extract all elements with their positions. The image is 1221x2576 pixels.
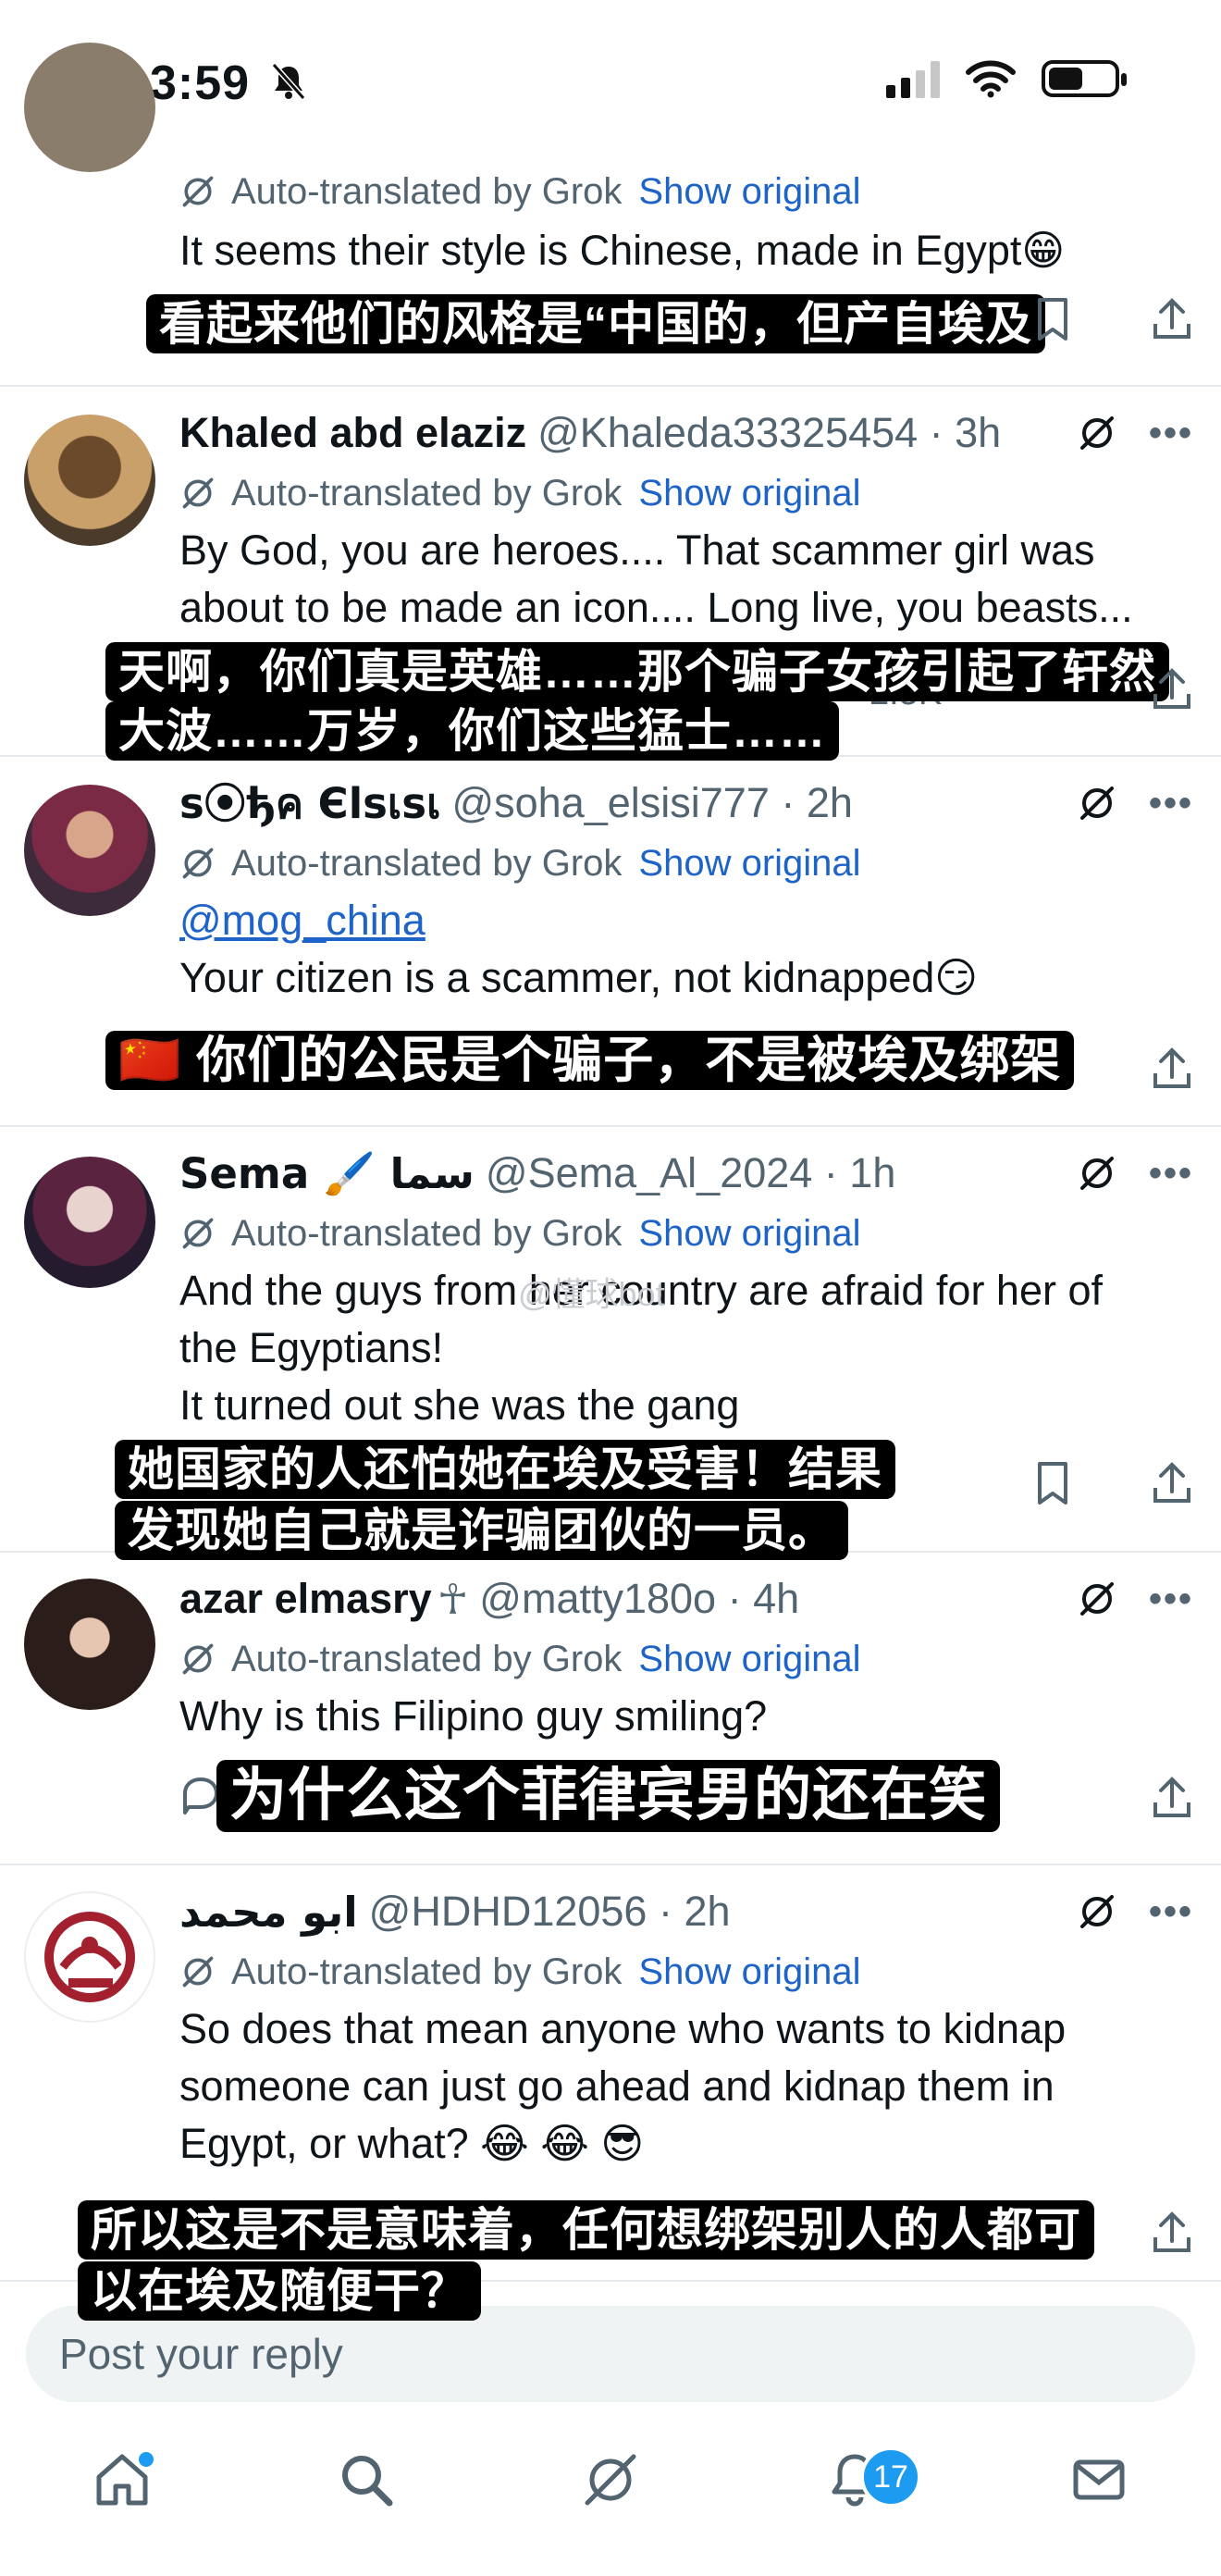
tweet-text: about to be made an icon.... Long live, … xyxy=(179,584,1133,631)
tweet-text: the Egyptians! xyxy=(179,1324,444,1371)
reply-tweet[interactable]: Auto-translated by Grok Show original It… xyxy=(0,0,1221,387)
grok-icon xyxy=(182,1956,214,1988)
avatar[interactable] xyxy=(24,1891,155,2023)
bookmark-icon[interactable] xyxy=(1034,296,1071,342)
subtitle-line: 为什么这个菲律宾男的还在笑 xyxy=(216,1760,1001,1832)
subtitle-line: 所以这是不是意味着，任何想绑架别人的人都可 xyxy=(78,2200,1094,2260)
show-original-link[interactable]: Show original xyxy=(638,1213,860,1255)
reply-tweet[interactable]: s⦿ђค Єlsเsเ @soha_elsisi777 · 2h ••• Aut… xyxy=(0,757,1221,1127)
messages-icon xyxy=(1073,2459,1125,2500)
avatar[interactable] xyxy=(24,1579,155,1710)
auto-translate-note: Auto-translated by Grok Show original xyxy=(179,1630,1193,1688)
avatar[interactable] xyxy=(24,785,155,916)
grok-icon xyxy=(182,848,214,879)
auto-translate-note: Auto-translated by Grok Show original xyxy=(179,1205,1193,1262)
tab-search[interactable] xyxy=(329,2443,403,2517)
share-icon[interactable] xyxy=(1151,1775,1193,1821)
reply-tweet[interactable]: Sema 🖌️ سما @Sema_Al_2024 · 1h ••• Auto-… xyxy=(0,1127,1221,1560)
tab-messages[interactable] xyxy=(1062,2443,1136,2517)
reply-tweet[interactable]: Khaled abd elaziz @Khaleda33325454 · 3h … xyxy=(0,387,1221,761)
author-name[interactable]: Sema 🖌️ سما xyxy=(179,1149,475,1198)
more-options-icon[interactable]: ••• xyxy=(1149,1579,1193,1620)
author-handle[interactable]: @Khaleda33325454 · 3h xyxy=(537,409,1001,457)
grok-icon[interactable] xyxy=(1077,1579,1117,1619)
grok-icon[interactable] xyxy=(1077,1153,1117,1194)
auto-translate-label: Auto-translated by Grok xyxy=(231,1638,623,1679)
auto-translate-note: Auto-translated by Grok Show original xyxy=(179,163,1193,220)
author-handle[interactable]: @HDHD12056 · 2h xyxy=(369,1888,731,1936)
grok-icon[interactable] xyxy=(1077,783,1117,824)
tweet-text: By God, you are heroes.... That scammer … xyxy=(179,526,1095,574)
tweet-text: Egypt, or what? 😂 😂 😎 xyxy=(179,2120,645,2167)
more-options-icon[interactable]: ••• xyxy=(1149,783,1193,824)
share-icon[interactable] xyxy=(1151,1046,1193,1092)
reply-tweet[interactable]: azar elmasry ☥ @matty180o · 4h ••• Auto-… xyxy=(0,1553,1221,1865)
more-options-icon[interactable]: ••• xyxy=(1149,1153,1193,1195)
avatar[interactable] xyxy=(24,1157,155,1288)
tweet-text: And the guys from her country are afraid… xyxy=(179,1267,1103,1314)
show-original-link[interactable]: Show original xyxy=(638,843,860,885)
name-symbol: ☥ xyxy=(437,1575,469,1623)
author-name[interactable]: ابو محمد xyxy=(179,1888,358,1937)
auto-translate-label: Auto-translated by Grok xyxy=(231,842,623,884)
subtitle-line: 发现她自己就是诈骗团伙的一员。 xyxy=(115,1501,848,1560)
share-icon[interactable] xyxy=(1151,296,1193,342)
auto-translate-note: Auto-translated by Grok Show original xyxy=(179,464,1193,522)
grok-icon xyxy=(585,2454,636,2506)
show-original-link[interactable]: Show original xyxy=(638,171,860,213)
tab-grok[interactable] xyxy=(574,2443,648,2517)
tweet-text: So does that mean anyone who wants to ki… xyxy=(179,2005,1067,2052)
tweet-text: It turned out she was the gang xyxy=(179,1381,740,1429)
subtitle-line: 大波……万岁，你们这些猛士…… xyxy=(105,701,839,761)
auto-translate-label: Auto-translated by Grok xyxy=(231,472,623,514)
bookmark-icon[interactable] xyxy=(1034,1460,1071,1506)
tweet-text: Why is this Filipino guy smiling? xyxy=(179,1692,768,1740)
grok-icon[interactable] xyxy=(1077,1891,1117,1932)
subtitle-line: 她国家的人还怕她在埃及受害！结果 xyxy=(115,1440,895,1499)
tweet-text: Your citizen is a scammer, not kidnapped… xyxy=(179,954,979,1001)
author-name[interactable]: s⦿ђค Єlsเsเ xyxy=(179,770,440,836)
show-original-link[interactable]: Show original xyxy=(638,1951,860,1993)
auto-translate-note: Auto-translated by Grok Show original xyxy=(179,1943,1193,2000)
search-icon xyxy=(342,2456,393,2507)
subtitle-line: 以在埃及随便干？ xyxy=(78,2261,481,2321)
grok-icon xyxy=(182,176,214,207)
grok-icon[interactable] xyxy=(1077,413,1117,453)
notification-badge: 17 xyxy=(860,2446,921,2508)
subtitle-line: 天啊，你们真是英雄……那个骗子女孩引起了轩然 xyxy=(105,642,1169,701)
auto-translate-label: Auto-translated by Grok xyxy=(231,170,623,212)
auto-translate-note: Auto-translated by Grok Show original xyxy=(179,835,1193,892)
subtitle-line: 🇨🇳 你们的公民是个骗子，不是被埃及绑架 xyxy=(105,1031,1075,1090)
avatar[interactable] xyxy=(24,43,155,172)
grok-icon xyxy=(182,1218,214,1249)
auto-translate-label: Auto-translated by Grok xyxy=(231,1212,623,1254)
tweet-text: It seems their style is Chinese, made in… xyxy=(179,227,1066,274)
share-icon[interactable] xyxy=(1151,2210,1193,2256)
show-original-link[interactable]: Show original xyxy=(638,1639,860,1680)
watermark: @懂球bot xyxy=(518,1275,665,1313)
share-icon[interactable] xyxy=(1151,666,1193,712)
reply-tweet[interactable]: ابو محمد @HDHD12056 · 2h ••• Auto-transl… xyxy=(0,1865,1221,2321)
new-posts-dot xyxy=(139,2452,154,2467)
bottom-nav xyxy=(0,2443,1221,2545)
avatar[interactable] xyxy=(24,415,155,546)
logo-image xyxy=(44,1912,135,2002)
author-name[interactable]: Khaled abd elaziz xyxy=(179,409,526,457)
grok-icon xyxy=(182,477,214,509)
share-icon[interactable] xyxy=(1151,1460,1193,1506)
more-options-icon[interactable]: ••• xyxy=(1149,1891,1193,1933)
author-handle[interactable]: @Sema_Al_2024 · 1h xyxy=(486,1149,895,1197)
show-original-link[interactable]: Show original xyxy=(638,473,860,514)
auto-translate-label: Auto-translated by Grok xyxy=(231,1951,623,1992)
author-handle[interactable]: @soha_elsisi777 · 2h xyxy=(451,779,852,827)
more-options-icon[interactable]: ••• xyxy=(1149,413,1193,454)
grok-icon xyxy=(182,1643,214,1675)
subtitle-line: 看起来他们的风格是“中国的，但产自埃及 xyxy=(146,294,1045,353)
mention-link[interactable]: @mog_china xyxy=(179,892,1193,949)
tweet-text: someone can just go ahead and kidnap the… xyxy=(179,2062,1054,2110)
author-name[interactable]: azar elmasry xyxy=(179,1575,432,1623)
author-handle[interactable]: @matty180o · 4h xyxy=(479,1575,799,1623)
